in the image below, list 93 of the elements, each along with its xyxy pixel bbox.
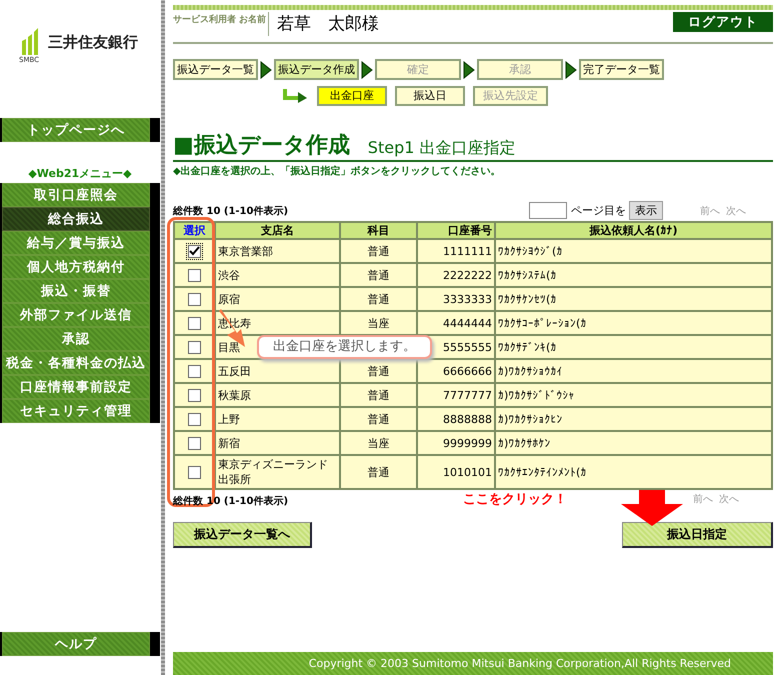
menu-item[interactable]: 外部ファイル送信: [2, 303, 150, 327]
turn-arrow-icon: [283, 89, 309, 103]
prev-link[interactable]: 前へ: [700, 204, 720, 218]
prev-link[interactable]: 前へ: [693, 492, 714, 506]
table-cell: 2222222: [417, 263, 495, 287]
page-input[interactable]: [529, 202, 567, 219]
column-header: 科目: [340, 222, 417, 239]
instruction-text: ◆出金口座を選択の上、「振込日指定」ボタンをクリックしてください。: [173, 164, 502, 178]
table-cell: 秋葉原: [215, 383, 340, 407]
table-cell: 普通: [340, 383, 417, 407]
table-cell: 原宿: [215, 287, 340, 311]
back-button[interactable]: 振込データ一覧へ: [173, 522, 312, 548]
user-label: サービス利用者 お名前: [173, 13, 268, 26]
checkbox[interactable]: [188, 268, 201, 282]
menu-item[interactable]: 取引口座照会: [2, 183, 150, 207]
table-cell: ﾜｶｸｻｹﾝｾﾂ(ｶ: [495, 287, 772, 311]
checkbox[interactable]: [188, 292, 201, 306]
table-cell: 普通: [340, 359, 417, 383]
table-cell: ﾜｶｸｻﾃﾞﾝｷ(ｶ: [495, 335, 772, 359]
table-cell: 1010101: [417, 455, 495, 489]
step-tab: 承認: [477, 59, 563, 80]
next-link[interactable]: 次へ: [719, 492, 740, 506]
top-page-button[interactable]: トップページへ: [2, 118, 150, 142]
column-header: 口座番号: [417, 222, 495, 239]
table-cell: ｶ)ﾜｶｸｻｼｮｸﾋﾝ: [495, 407, 772, 431]
table-cell: 当座: [340, 431, 417, 455]
table-cell: 新宿: [215, 431, 340, 455]
table-cell: 6666666: [417, 359, 495, 383]
step-tab: 確定: [375, 59, 461, 80]
step-arrow-icon: [463, 60, 475, 78]
menu-item[interactable]: 口座情報事前設定: [2, 375, 150, 399]
table-cell: ﾜｶｸｻｺｰﾎﾟﾚｰｼｮﾝ(ｶ: [495, 311, 772, 335]
table-cell: ｶ)ﾜｶｸｻﾎｹﾝ: [495, 431, 772, 455]
checkbox[interactable]: [188, 244, 201, 258]
table-cell: 7777777: [417, 383, 495, 407]
column-header: 振込依頼人名(ｶﾅ): [495, 222, 772, 239]
checkbox[interactable]: [188, 466, 201, 479]
click-hint: ここをクリック！: [463, 491, 568, 508]
table-cell: 五反田: [215, 359, 340, 383]
table-cell: 4444444: [417, 311, 495, 335]
table-cell: 普通: [340, 407, 417, 431]
record-count: 総件数 10 (1-10件表示): [173, 204, 290, 218]
page-label: ページ目を: [571, 203, 626, 218]
menu-item[interactable]: 個人地方税納付: [2, 255, 150, 279]
show-button[interactable]: 表示: [629, 201, 663, 220]
menu-item[interactable]: 税金・各種料金の払込: [2, 351, 150, 375]
table-cell: ｶ)ﾜｶｸｻｼﾞﾄﾞｳｼｬ: [495, 383, 772, 407]
table-cell: 東京営業部: [215, 239, 340, 263]
copyright-text: Copyright © 2003 Sumitomo Mitsui Banking Corporation,All Rights Reserved: [308, 657, 731, 670]
table-cell: ｶ)ﾜｶｸｻｼｮｳｶｲ: [495, 359, 772, 383]
menu-title: ◆Web21メニュー◆: [27, 166, 133, 182]
table-cell: 3333333: [417, 287, 495, 311]
page-subtitle: Step1 出金口座指定: [368, 137, 516, 159]
table-cell: 東京ディズニーランド出張所: [215, 455, 340, 489]
table-cell: 上野: [215, 407, 340, 431]
menu-item[interactable]: 総合振込: [2, 207, 150, 231]
table-cell: 8888888: [417, 407, 495, 431]
substep-tab: 振込先設定: [473, 86, 548, 106]
menu-item[interactable]: 承認: [2, 327, 150, 351]
next-link[interactable]: 次へ: [726, 204, 746, 218]
next-button[interactable]: 振込日指定: [622, 522, 773, 548]
menu-item[interactable]: 振込・振替: [2, 279, 150, 303]
menu-item[interactable]: セキュリティ管理: [2, 399, 150, 423]
step-arrow-icon: [361, 60, 373, 78]
step-arrow-icon: [565, 60, 577, 78]
page-title: ■振込データ作成: [173, 132, 350, 160]
down-arrow-icon: [619, 490, 685, 526]
step-arrow-icon: [260, 60, 272, 78]
checkbox[interactable]: [188, 436, 201, 450]
checkbox[interactable]: [188, 316, 201, 330]
logout-button[interactable]: ログアウト: [673, 12, 773, 32]
column-header: 支店名: [215, 222, 340, 239]
table-cell: ﾜｶｸｻｼｽﾃﾑ(ｶ: [495, 263, 772, 287]
table-cell: 普通: [340, 239, 417, 263]
menu-item[interactable]: 給与／賞与振込: [2, 231, 150, 255]
table-cell: 恵比寿: [215, 311, 340, 335]
table-cell: 普通: [340, 263, 417, 287]
checkbox[interactable]: [188, 388, 201, 402]
table-cell: 普通: [340, 287, 417, 311]
callout-tooltip: 出金口座を選択します。: [257, 335, 432, 359]
checkbox[interactable]: [188, 364, 201, 378]
table-cell: 渋谷: [215, 263, 340, 287]
checkbox[interactable]: [188, 412, 201, 426]
table-cell: ﾜｶｸｻｴﾝﾀﾃｲﾝﾒﾝﾄ(ｶ: [495, 455, 772, 489]
table-cell: 1111111: [417, 239, 495, 263]
help-button[interactable]: ヘルプ: [2, 632, 150, 656]
select-header: 選択: [174, 222, 215, 239]
checkbox[interactable]: [188, 340, 201, 354]
table-cell: 9999999: [417, 431, 495, 455]
table-cell: 普通: [340, 455, 417, 489]
table-cell: ﾜｶｸｻｼﾖｳｼﾞ(ｶ: [495, 239, 772, 263]
table-cell: 当座: [340, 311, 417, 335]
bank-name: 三井住友銀行: [48, 33, 138, 52]
